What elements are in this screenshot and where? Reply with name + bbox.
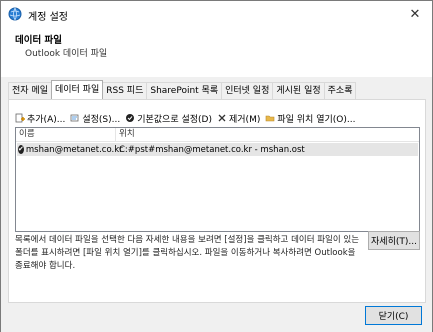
close-icon: ✕ — [409, 6, 421, 22]
list-item-name: mshan@metanet.co.kr — [25, 144, 123, 155]
add-file-icon — [15, 113, 25, 123]
default-check-icon — [126, 114, 135, 122]
page-title: 데이터 파일 — [15, 35, 63, 46]
default-check-icon: ✔ — [18, 145, 24, 154]
column-header-location[interactable]: 위치 — [116, 128, 419, 142]
settings-button-label: 설정(S)... — [82, 114, 121, 125]
list-item-name-cell: ✔ mshan@metanet.co.kr — [17, 145, 123, 155]
page-subtitle: Outlook 데이터 파일 — [25, 49, 108, 59]
list-header: 이름 위치 — [16, 128, 419, 142]
settings-button[interactable]: 설정(S)... — [70, 112, 120, 125]
data-files-panel: 추가(A)... 설정(S)... 기본값으로 설정(D) 제거(M) 파일 위… — [8, 99, 426, 303]
settings-icon — [70, 114, 79, 122]
remove-button-label: 제거(M) — [229, 114, 261, 125]
add-button[interactable]: 추가(A)... — [15, 112, 65, 125]
open-file-location-label: 파일 위치 열기(O)... — [277, 114, 356, 125]
set-default-button[interactable]: 기본값으로 설정(D) — [125, 112, 212, 125]
add-button-label: 추가(A)... — [27, 114, 66, 125]
details-button[interactable]: 자세히(T)... — [368, 231, 420, 250]
description-text: 목록에서 데이터 파일을 선택한 다음 자세한 내용을 보려면 [설정]을 클릭… — [15, 235, 360, 271]
tab-internet-calendars[interactable]: 인터넷 일정 — [221, 82, 274, 99]
remove-button[interactable]: 제거(M) — [217, 112, 260, 125]
tab-data-files[interactable]: 데이터 파일 — [50, 80, 104, 99]
title-bar: 계정 설정 ✕ — [1, 1, 432, 27]
header-area: 데이터 파일 Outlook 데이터 파일 — [1, 27, 432, 77]
dialog-body: 전자 메일 데이터 파일 RSS 피드 SharePoint 목록 인터넷 일정… — [1, 77, 432, 332]
window-title: 계정 설정 — [28, 12, 68, 23]
tab-email[interactable]: 전자 메일 — [8, 82, 52, 99]
tab-strip: 전자 메일 데이터 파일 RSS 피드 SharePoint 목록 인터넷 일정… — [8, 80, 357, 100]
tab-address-books[interactable]: 주소록 — [323, 82, 357, 99]
account-settings-window: 계정 설정 ✕ 데이터 파일 Outlook 데이터 파일 전자 메일 데이터 … — [0, 0, 433, 332]
tab-published-calendars[interactable]: 게시된 일정 — [272, 82, 325, 99]
list-item[interactable]: ✔ mshan@metanet.co.kr C:#pst#mshan@metan… — [17, 143, 418, 156]
set-default-button-label: 기본값으로 설정(D) — [137, 114, 212, 125]
tab-sharepoint-lists[interactable]: SharePoint 목록 — [146, 82, 223, 99]
list-item-location: C:#pst#mshan@metanet.co.kr - mshan.ost — [119, 144, 305, 155]
close-button[interactable]: 닫기(C) — [365, 306, 422, 325]
close-window-button[interactable]: ✕ — [404, 5, 426, 23]
remove-x-icon — [218, 114, 226, 122]
tab-rss-feeds[interactable]: RSS 피드 — [102, 82, 148, 99]
outlook-globe-icon — [8, 7, 22, 21]
toolbar: 추가(A)... 설정(S)... 기본값으로 설정(D) 제거(M) 파일 위… — [15, 111, 360, 125]
folder-icon — [266, 115, 275, 122]
column-header-name[interactable]: 이름 — [16, 128, 116, 142]
open-file-location-button[interactable]: 파일 위치 열기(O)... — [265, 112, 355, 125]
data-file-list[interactable]: 이름 위치 ✔ mshan@metanet.co.kr C:#pst#mshan… — [15, 127, 420, 232]
